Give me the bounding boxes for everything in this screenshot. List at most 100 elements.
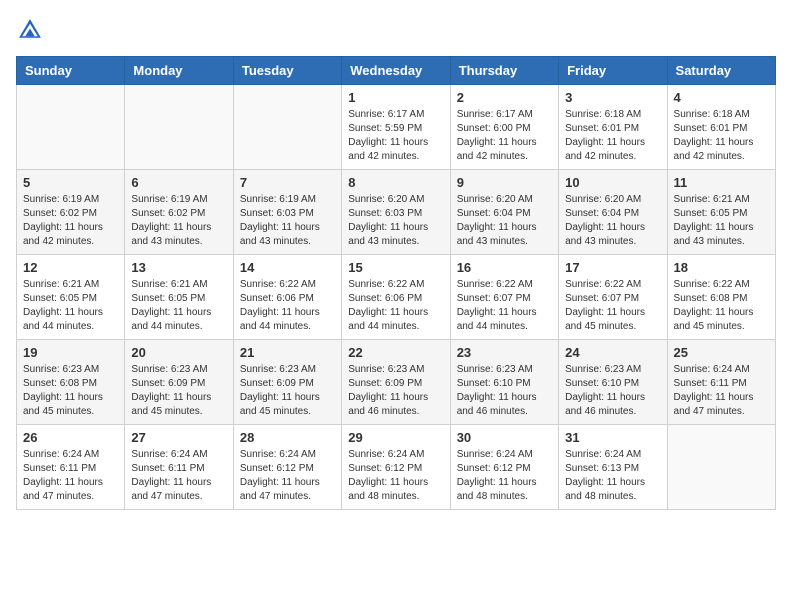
calendar-cell: 25 Sunrise: 6:24 AM Sunset: 6:11 PM Dayli… bbox=[667, 340, 775, 425]
calendar-week-row: 1 Sunrise: 6:17 AM Sunset: 5:59 PM Daylig… bbox=[17, 85, 776, 170]
day-info: Sunrise: 6:24 AM Sunset: 6:11 PM Dayligh… bbox=[674, 363, 769, 419]
day-info: Sunrise: 6:19 AM Sunset: 6:02 PM Dayligh… bbox=[131, 193, 226, 249]
day-info: Sunrise: 6:23 AM Sunset: 6:10 PM Dayligh… bbox=[565, 363, 660, 419]
calendar-cell: 31Sunrise: 6:24 AM Sunset: 6:13 PM Dayli… bbox=[559, 425, 667, 510]
calendar-cell: 8 Sunrise: 6:20 AM Sunset: 6:03 PM Daylig… bbox=[342, 170, 450, 255]
calendar-cell: 1 Sunrise: 6:17 AM Sunset: 5:59 PM Daylig… bbox=[342, 85, 450, 170]
day-number: 25 bbox=[674, 345, 769, 360]
page-header bbox=[16, 16, 776, 44]
calendar-cell: 24 Sunrise: 6:23 AM Sunset: 6:10 PM Dayli… bbox=[559, 340, 667, 425]
day-info: Sunrise: 6:24 AM Sunset: 6:12 PM Dayligh… bbox=[348, 448, 443, 504]
day-info: Sunrise: 6:22 AM Sunset: 6:07 PM Dayligh… bbox=[565, 278, 660, 334]
weekday-header-wednesday: Wednesday bbox=[342, 57, 450, 85]
day-info: Sunrise: 6:22 AM Sunset: 6:06 PM Dayligh… bbox=[348, 278, 443, 334]
calendar-cell: 17 Sunrise: 6:22 AM Sunset: 6:07 PM Dayli… bbox=[559, 255, 667, 340]
calendar-cell: 13 Sunrise: 6:21 AM Sunset: 6:05 PM Dayli… bbox=[125, 255, 233, 340]
day-number: 1 bbox=[348, 90, 443, 105]
calendar-cell: 9 Sunrise: 6:20 AM Sunset: 6:04 PM Daylig… bbox=[450, 170, 558, 255]
day-number: 24 bbox=[565, 345, 660, 360]
calendar-cell bbox=[667, 425, 775, 510]
day-info: Sunrise: 6:24 AM Sunset: 6:11 PM Dayligh… bbox=[23, 448, 118, 504]
calendar-week-row: 12 Sunrise: 6:21 AM Sunset: 6:05 PM Dayli… bbox=[17, 255, 776, 340]
day-info: Sunrise: 6:24 AM Sunset: 6:12 PM Dayligh… bbox=[457, 448, 552, 504]
day-number: 21 bbox=[240, 345, 335, 360]
calendar-cell: 6 Sunrise: 6:19 AM Sunset: 6:02 PM Daylig… bbox=[125, 170, 233, 255]
day-number: 7 bbox=[240, 175, 335, 190]
day-info: Sunrise: 6:18 AM Sunset: 6:01 PM Dayligh… bbox=[565, 108, 660, 164]
day-number: 15 bbox=[348, 260, 443, 275]
calendar-cell: 4 Sunrise: 6:18 AM Sunset: 6:01 PM Daylig… bbox=[667, 85, 775, 170]
day-number: 11 bbox=[674, 175, 769, 190]
page-container: SundayMondayTuesdayWednesdayThursdayFrid… bbox=[0, 0, 792, 522]
day-info: Sunrise: 6:23 AM Sunset: 6:09 PM Dayligh… bbox=[240, 363, 335, 419]
calendar-cell bbox=[17, 85, 125, 170]
day-number: 29 bbox=[348, 430, 443, 445]
calendar-cell: 5Sunrise: 6:19 AM Sunset: 6:02 PM Daylig… bbox=[17, 170, 125, 255]
day-info: Sunrise: 6:20 AM Sunset: 6:04 PM Dayligh… bbox=[565, 193, 660, 249]
day-info: Sunrise: 6:19 AM Sunset: 6:03 PM Dayligh… bbox=[240, 193, 335, 249]
calendar-cell: 18Sunrise: 6:22 AM Sunset: 6:08 PM Dayli… bbox=[667, 255, 775, 340]
calendar-cell: 16 Sunrise: 6:22 AM Sunset: 6:07 PM Dayli… bbox=[450, 255, 558, 340]
day-number: 19 bbox=[23, 345, 118, 360]
day-info: Sunrise: 6:20 AM Sunset: 6:03 PM Dayligh… bbox=[348, 193, 443, 249]
day-info: Sunrise: 6:24 AM Sunset: 6:12 PM Dayligh… bbox=[240, 448, 335, 504]
calendar-cell: 21 Sunrise: 6:23 AM Sunset: 6:09 PM Dayli… bbox=[233, 340, 341, 425]
day-number: 5 bbox=[23, 175, 118, 190]
day-number: 2 bbox=[457, 90, 552, 105]
calendar-cell: 22 Sunrise: 6:23 AM Sunset: 6:09 PM Dayli… bbox=[342, 340, 450, 425]
day-number: 17 bbox=[565, 260, 660, 275]
calendar-cell: 27Sunrise: 6:24 AM Sunset: 6:11 PM Dayli… bbox=[125, 425, 233, 510]
weekday-header-friday: Friday bbox=[559, 57, 667, 85]
day-number: 12 bbox=[23, 260, 118, 275]
calendar-cell: 23Sunrise: 6:23 AM Sunset: 6:10 PM Dayli… bbox=[450, 340, 558, 425]
day-info: Sunrise: 6:22 AM Sunset: 6:06 PM Dayligh… bbox=[240, 278, 335, 334]
calendar-cell bbox=[125, 85, 233, 170]
calendar-week-row: 5 Sunrise: 6:19 AM Sunset: 6:02 PM Daylig… bbox=[17, 170, 776, 255]
calendar-cell: 7 Sunrise: 6:19 AM Sunset: 6:03 PM Daylig… bbox=[233, 170, 341, 255]
day-info: Sunrise: 6:21 AM Sunset: 6:05 PM Dayligh… bbox=[674, 193, 769, 249]
calendar-cell: 15 Sunrise: 6:22 AM Sunset: 6:06 PM Dayli… bbox=[342, 255, 450, 340]
calendar-cell: 12 Sunrise: 6:21 AM Sunset: 6:05 PM Dayli… bbox=[17, 255, 125, 340]
weekday-header-thursday: Thursday bbox=[450, 57, 558, 85]
calendar-cell: 30 Sunrise: 6:24 AM Sunset: 6:12 PM Dayli… bbox=[450, 425, 558, 510]
calendar-cell: 20Sunrise: 6:23 AM Sunset: 6:09 PM Dayli… bbox=[125, 340, 233, 425]
day-info: Sunrise: 6:23 AM Sunset: 6:09 PM Dayligh… bbox=[131, 363, 226, 419]
calendar-cell bbox=[233, 85, 341, 170]
day-info: Sunrise: 6:22 AM Sunset: 6:07 PM Dayligh… bbox=[457, 278, 552, 334]
weekday-header-monday: Monday bbox=[125, 57, 233, 85]
day-number: 16 bbox=[457, 260, 552, 275]
day-info: Sunrise: 6:23 AM Sunset: 6:09 PM Dayligh… bbox=[348, 363, 443, 419]
day-number: 30 bbox=[457, 430, 552, 445]
calendar-cell: 10Sunrise: 6:20 AM Sunset: 6:04 PM Dayli… bbox=[559, 170, 667, 255]
day-number: 3 bbox=[565, 90, 660, 105]
day-number: 22 bbox=[348, 345, 443, 360]
calendar-cell: 3 Sunrise: 6:18 AM Sunset: 6:01 PM Daylig… bbox=[559, 85, 667, 170]
day-info: Sunrise: 6:18 AM Sunset: 6:01 PM Dayligh… bbox=[674, 108, 769, 164]
logo-icon bbox=[16, 16, 44, 44]
day-info: Sunrise: 6:21 AM Sunset: 6:05 PM Dayligh… bbox=[131, 278, 226, 334]
day-number: 8 bbox=[348, 175, 443, 190]
calendar-cell: 19 Sunrise: 6:23 AM Sunset: 6:08 PM Dayli… bbox=[17, 340, 125, 425]
day-number: 23 bbox=[457, 345, 552, 360]
day-number: 9 bbox=[457, 175, 552, 190]
day-number: 6 bbox=[131, 175, 226, 190]
day-number: 27 bbox=[131, 430, 226, 445]
weekday-header-saturday: Saturday bbox=[667, 57, 775, 85]
day-info: Sunrise: 6:23 AM Sunset: 6:08 PM Dayligh… bbox=[23, 363, 118, 419]
day-number: 18 bbox=[674, 260, 769, 275]
day-info: Sunrise: 6:21 AM Sunset: 6:05 PM Dayligh… bbox=[23, 278, 118, 334]
day-number: 13 bbox=[131, 260, 226, 275]
calendar-cell: 29 Sunrise: 6:24 AM Sunset: 6:12 PM Dayli… bbox=[342, 425, 450, 510]
day-info: Sunrise: 6:17 AM Sunset: 5:59 PM Dayligh… bbox=[348, 108, 443, 164]
day-number: 14 bbox=[240, 260, 335, 275]
calendar-cell: 14 Sunrise: 6:22 AM Sunset: 6:06 PM Dayli… bbox=[233, 255, 341, 340]
day-info: Sunrise: 6:20 AM Sunset: 6:04 PM Dayligh… bbox=[457, 193, 552, 249]
day-number: 31 bbox=[565, 430, 660, 445]
calendar-cell: 2Sunrise: 6:17 AM Sunset: 6:00 PM Daylig… bbox=[450, 85, 558, 170]
calendar-table: SundayMondayTuesdayWednesdayThursdayFrid… bbox=[16, 56, 776, 510]
day-number: 26 bbox=[23, 430, 118, 445]
day-number: 28 bbox=[240, 430, 335, 445]
calendar-week-row: 19 Sunrise: 6:23 AM Sunset: 6:08 PM Dayli… bbox=[17, 340, 776, 425]
day-number: 4 bbox=[674, 90, 769, 105]
calendar-cell: 26 Sunrise: 6:24 AM Sunset: 6:11 PM Dayli… bbox=[17, 425, 125, 510]
